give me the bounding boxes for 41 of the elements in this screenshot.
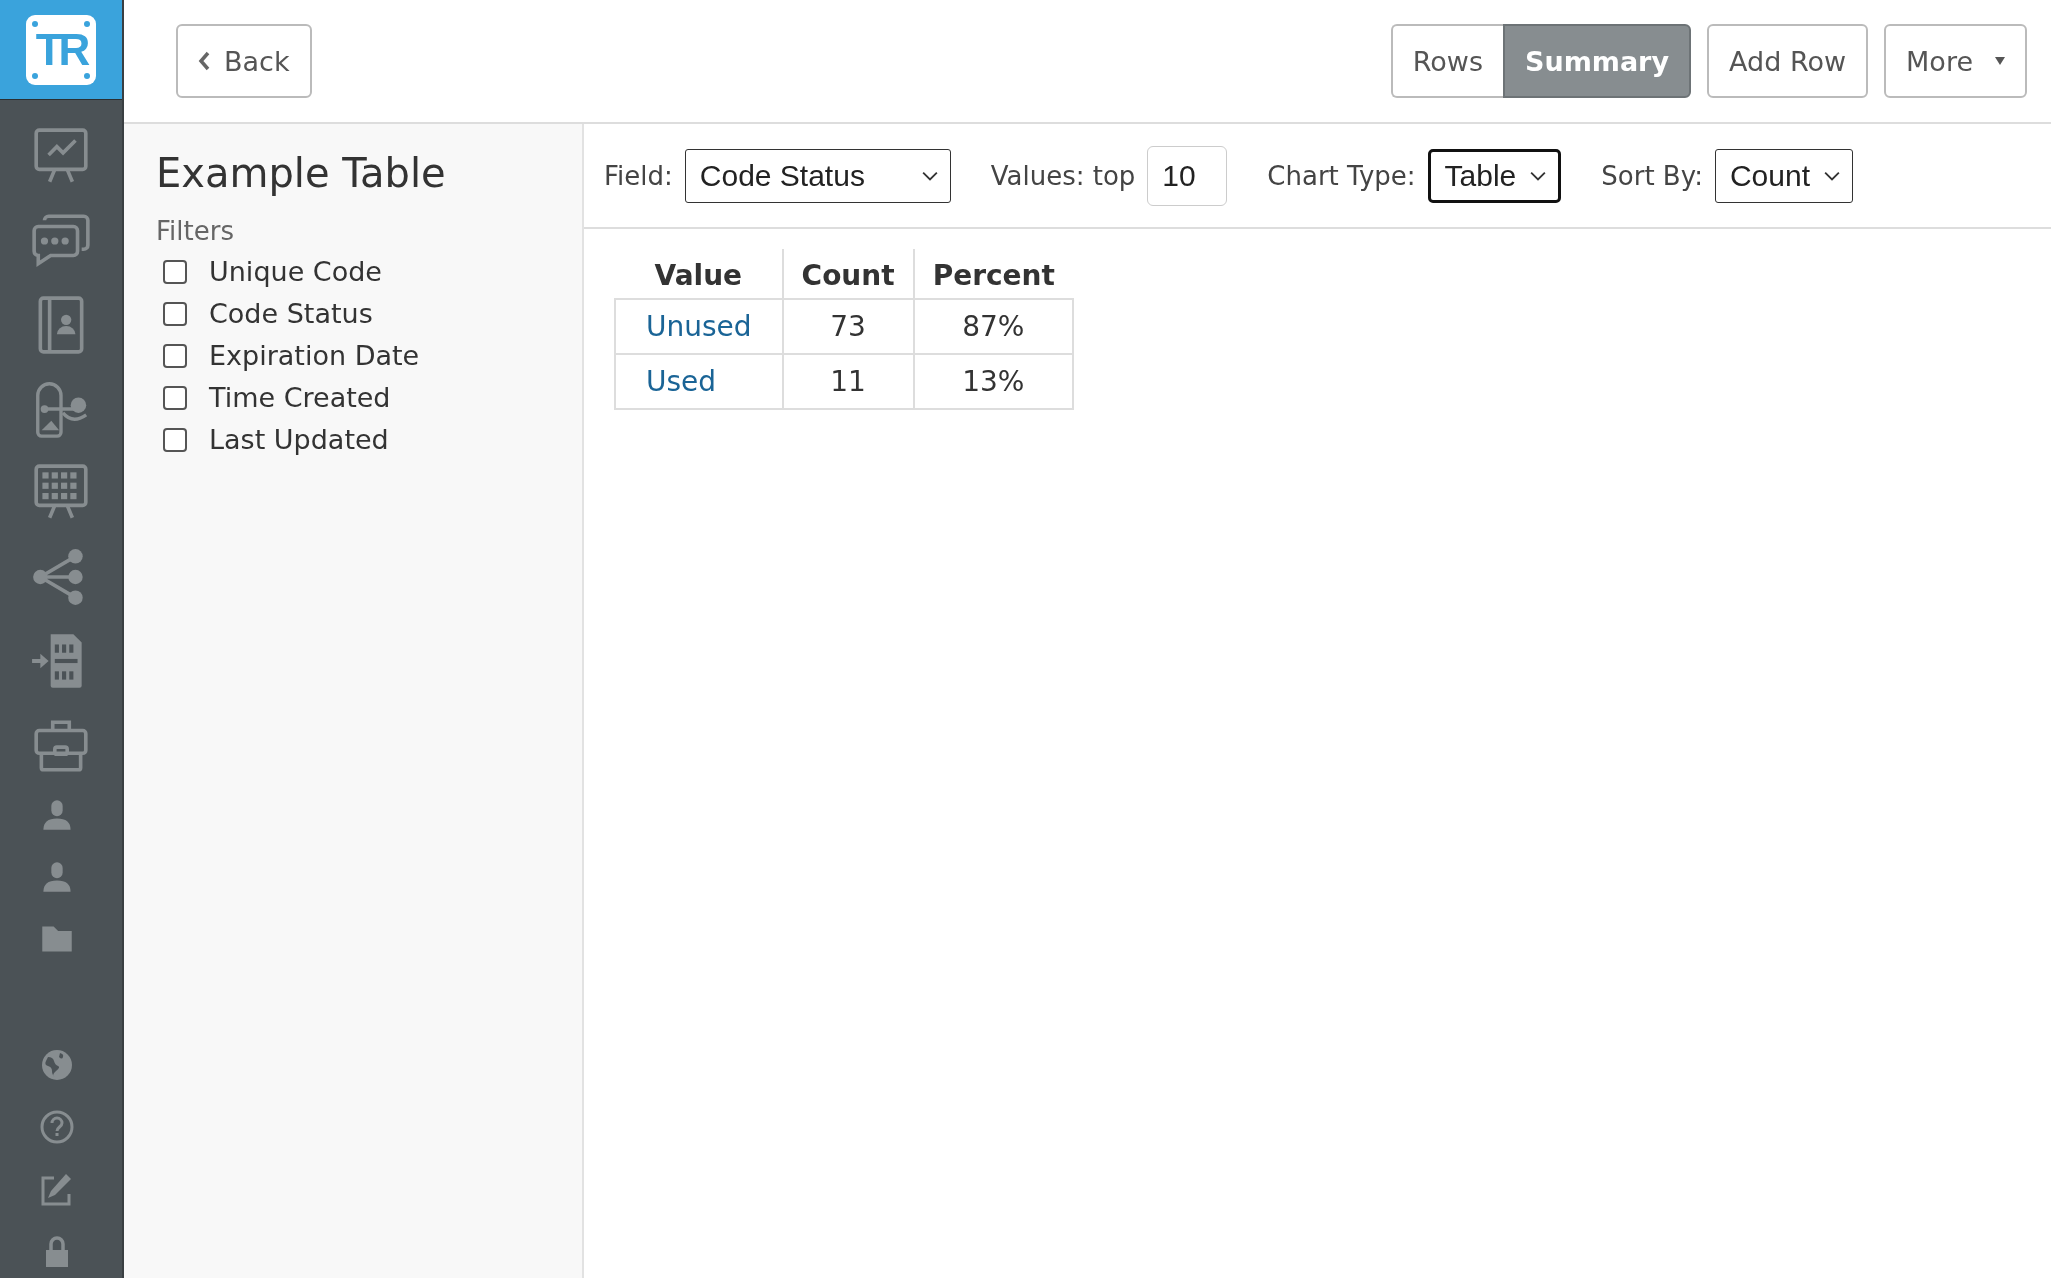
control-label: Values: top xyxy=(990,160,1136,191)
filter-label: Expiration Date xyxy=(209,340,420,371)
dropdown-select[interactable]: Code Status xyxy=(684,148,951,203)
add-row-button[interactable]: Add Row xyxy=(1707,24,1869,98)
filter-checkbox[interactable] xyxy=(163,343,187,368)
column-header: Percent xyxy=(913,249,1073,299)
caret-down-icon xyxy=(1995,57,2005,65)
dropdown-select[interactable]: Table xyxy=(1427,148,1562,203)
table-cell: 73 xyxy=(830,310,866,343)
table-cell: 13% xyxy=(962,365,1025,398)
filter-checkbox[interactable] xyxy=(163,385,187,410)
table-cell: 87% xyxy=(962,310,1025,343)
filter-checkbox[interactable] xyxy=(163,259,187,284)
dropdown-select[interactable]: Count xyxy=(1714,148,1853,203)
more-button[interactable]: More xyxy=(1884,24,2027,98)
edit-icon[interactable] xyxy=(40,1172,74,1206)
control-label: Chart Type: xyxy=(1267,160,1416,191)
globe-icon[interactable] xyxy=(40,1048,74,1082)
user-icon[interactable] xyxy=(40,860,74,894)
chevron-left-icon xyxy=(198,51,210,71)
filter-checkbox[interactable] xyxy=(163,427,187,452)
filters-heading: Filters xyxy=(156,216,235,246)
table-title: Example Table xyxy=(156,150,447,196)
user-icon[interactable] xyxy=(40,798,74,832)
chevron-down-icon xyxy=(921,170,938,181)
filter-checkbox[interactable] xyxy=(163,301,187,326)
filter-label: Unique Code xyxy=(209,256,382,287)
chevron-down-icon xyxy=(1530,170,1547,181)
view-tab[interactable]: Rows xyxy=(1390,24,1503,98)
filter-label: Last Updated xyxy=(209,424,389,455)
help-icon[interactable] xyxy=(40,1110,74,1144)
filter-label: Code Status xyxy=(209,298,373,329)
filter-label: Time Created xyxy=(209,382,391,413)
column-header: Count xyxy=(782,249,914,299)
chevron-down-icon xyxy=(1824,170,1840,181)
table-cell: 11 xyxy=(830,365,866,398)
control-label: Sort By: xyxy=(1601,160,1703,191)
number-input[interactable]: 10 xyxy=(1147,145,1228,206)
control-label: Field: xyxy=(604,160,673,191)
back-button[interactable]: Back xyxy=(176,24,312,98)
column-header: Value xyxy=(615,249,783,299)
